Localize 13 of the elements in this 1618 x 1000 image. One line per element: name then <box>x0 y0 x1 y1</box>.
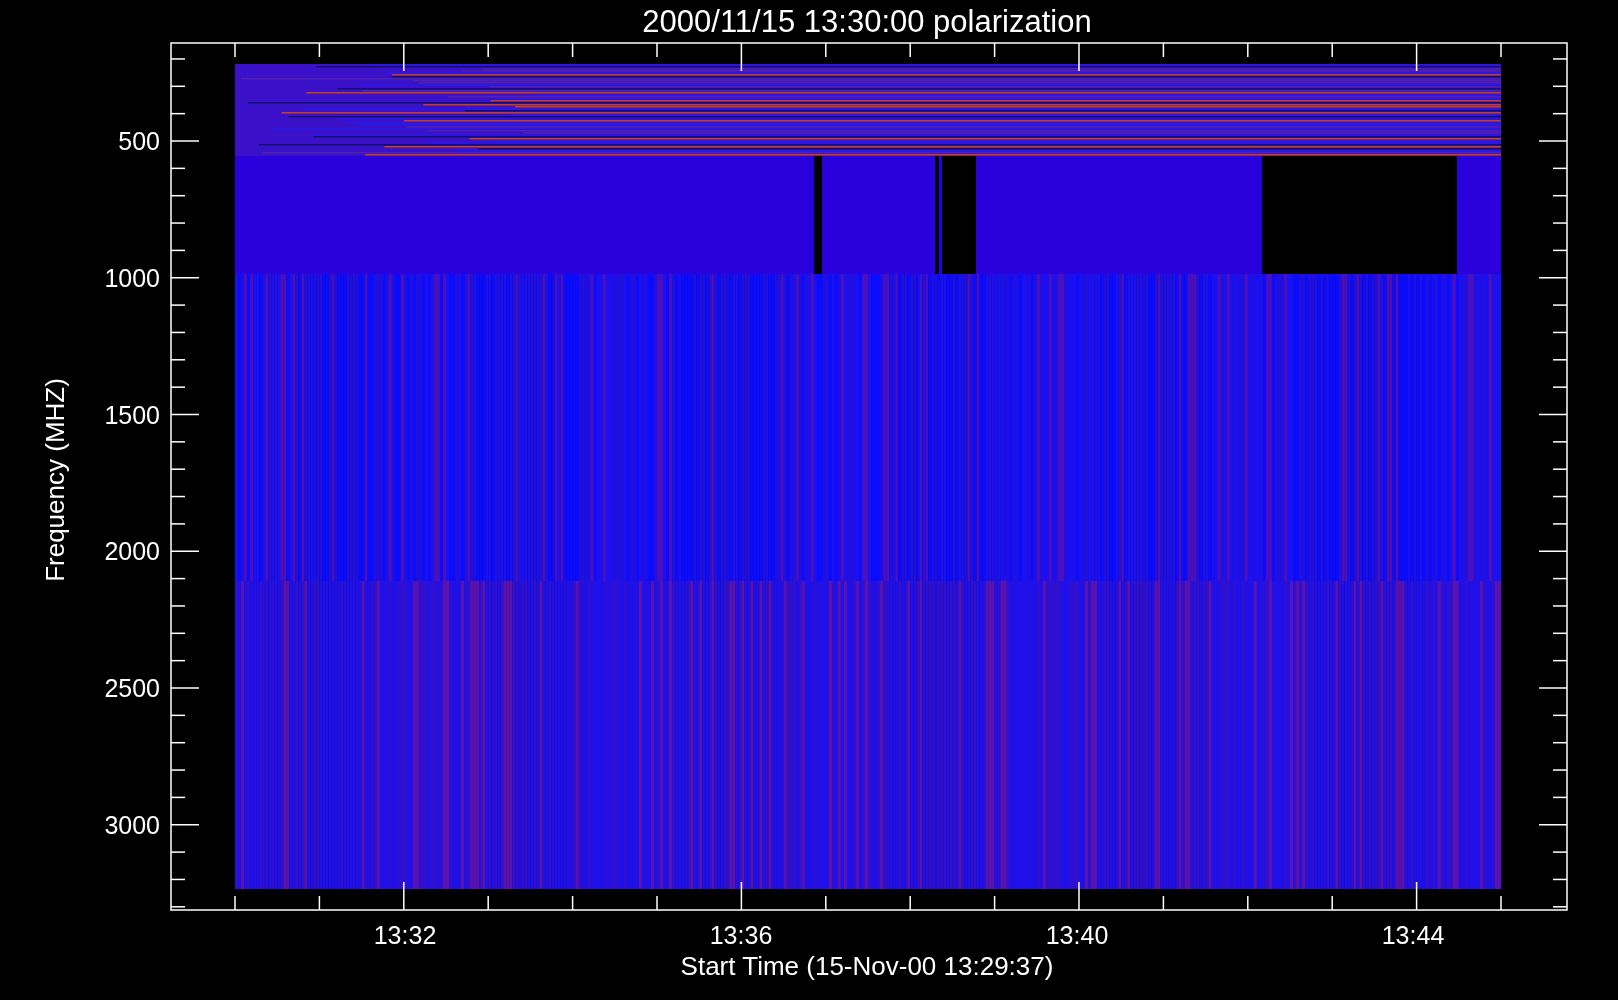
y-tick-label: 2000 <box>104 537 160 566</box>
x-tick-label: 13:40 <box>1045 921 1109 949</box>
x-tick-label: 13:44 <box>1381 921 1445 949</box>
x-tick-label: 13:36 <box>709 921 773 949</box>
y-tick-label: 2500 <box>104 674 160 702</box>
y-tick-label: 1500 <box>104 400 160 429</box>
y-tick-label: 500 <box>118 127 160 155</box>
x-tick-label: 13:32 <box>373 921 437 949</box>
plot-title: 2000/11/15 13:30:00 polarization <box>642 4 1092 39</box>
x-axis-label: Start Time (15-Nov-00 13:29:37) <box>680 951 1054 981</box>
y-tick-label: 3000 <box>104 810 160 839</box>
y-axis-label: Frequency (MHZ) <box>40 378 70 582</box>
y-tick-label: 1000 <box>104 263 160 292</box>
